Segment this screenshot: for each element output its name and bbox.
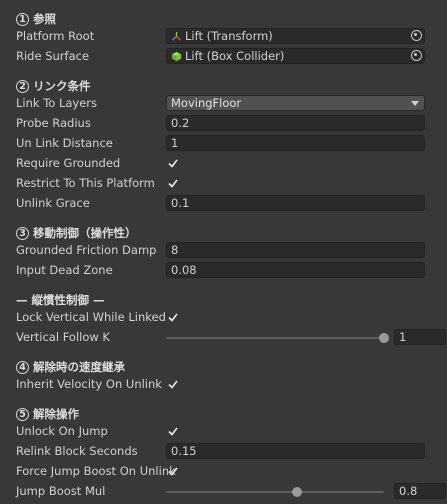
jump-boost-mul-label: Jump Boost Mul (16, 484, 106, 498)
box-collider-icon (171, 51, 182, 61)
restrict-platform-checkbox[interactable] (166, 176, 180, 190)
subsection-header-vertical-inertia: — 縦慣性制御 — (16, 292, 105, 308)
section-title: 解除時の速度継承 (33, 360, 125, 374)
checkmark-icon (168, 380, 178, 389)
section-title: 参照 (33, 12, 56, 26)
jump-boost-mul-input[interactable]: 0.8 (394, 483, 446, 499)
lock-vertical-label: Lock Vertical While Linked (16, 310, 166, 324)
inherit-velocity-checkbox[interactable] (166, 377, 180, 391)
input-dead-zone-label: Input Dead Zone (16, 263, 113, 277)
grounded-friction-input[interactable]: 8 (166, 242, 425, 258)
section-title: 解除操作 (33, 407, 79, 421)
checkmark-icon (168, 313, 178, 322)
vertical-follow-label: Vertical Follow K (16, 330, 110, 344)
section-header-unlock-operation: 5 解除操作 (16, 406, 79, 422)
checkmark-icon (168, 427, 178, 436)
platform-root-value: Lift (Transform) (185, 29, 273, 43)
section-title: 移動制御（操作性） (33, 226, 137, 240)
transform-icon (171, 31, 182, 41)
checkmark-icon (168, 159, 178, 168)
section-header-velocity-inheritance: 4 解除時の速度継承 (16, 359, 125, 375)
force-jump-boost-label: Force Jump Boost On Unlink (16, 464, 176, 478)
probe-radius-input[interactable]: 0.2 (166, 115, 425, 131)
vertical-follow-input[interactable]: 1 (394, 329, 446, 345)
link-to-layers-label: Link To Layers (16, 96, 98, 110)
section-number: 5 (16, 407, 29, 421)
chevron-down-icon (411, 101, 419, 106)
ride-surface-field[interactable]: Lift (Box Collider) (166, 48, 425, 64)
require-grounded-checkbox[interactable] (166, 156, 180, 170)
unlock-on-jump-checkbox[interactable] (166, 424, 180, 438)
subsection-title: — 縦慣性制御 — (16, 293, 105, 307)
vertical-follow-slider-track[interactable] (166, 337, 384, 339)
relink-block-label: Relink Block Seconds (16, 444, 138, 458)
vertical-follow-slider-thumb[interactable] (379, 333, 389, 343)
link-to-layers-dropdown[interactable]: MovingFloor (166, 95, 425, 111)
lock-vertical-checkbox[interactable] (166, 310, 180, 324)
section-title: リンク条件 (33, 79, 91, 93)
section-header-movement-control: 3 移動制御（操作性） (16, 225, 137, 241)
probe-radius-label: Probe Radius (16, 116, 91, 130)
section-header-link-conditions: 2 リンク条件 (16, 78, 91, 94)
ride-surface-value: Lift (Box Collider) (185, 49, 285, 63)
ride-surface-label: Ride Surface (16, 49, 90, 63)
object-picker-icon[interactable] (411, 30, 422, 41)
jump-boost-slider-track[interactable] (166, 491, 384, 493)
checkmark-icon (168, 467, 178, 476)
unlink-grace-label: Unlink Grace (16, 196, 90, 210)
inherit-velocity-label: Inherit Velocity On Unlink (16, 377, 162, 391)
unlink-distance-input[interactable]: 1 (166, 135, 425, 151)
require-grounded-label: Require Grounded (16, 156, 121, 170)
unlock-on-jump-label: Unlock On Jump (16, 424, 108, 438)
object-picker-icon[interactable] (411, 50, 422, 61)
input-dead-zone-input[interactable]: 0.08 (166, 262, 425, 278)
checkmark-icon (168, 179, 178, 188)
section-number: 3 (16, 226, 29, 240)
relink-block-input[interactable]: 0.15 (166, 443, 425, 459)
force-jump-boost-checkbox[interactable] (166, 464, 180, 478)
link-to-layers-value: MovingFloor (171, 96, 242, 110)
platform-root-label: Platform Root (16, 29, 95, 43)
platform-root-field[interactable]: Lift (Transform) (166, 28, 425, 44)
unlink-distance-label: Un Link Distance (16, 136, 113, 150)
jump-boost-slider-thumb[interactable] (291, 487, 302, 497)
restrict-platform-label: Restrict To This Platform (16, 176, 155, 190)
section-number: 2 (16, 79, 29, 93)
unlink-grace-input[interactable]: 0.1 (166, 195, 425, 211)
section-header-reference: 1 参照 (16, 11, 56, 27)
grounded-friction-label: Grounded Friction Damp (16, 243, 157, 257)
section-number: 1 (16, 12, 29, 26)
section-number: 4 (16, 360, 29, 374)
